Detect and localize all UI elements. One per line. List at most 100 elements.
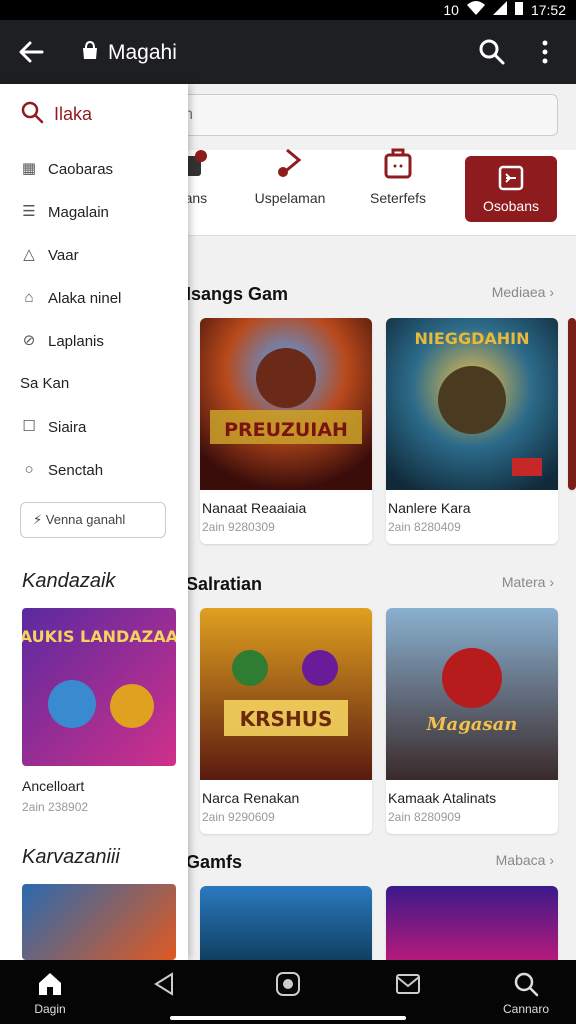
game-art: GAUKIS LANDAZAAN bbox=[22, 608, 176, 766]
nav-label: Cannaro bbox=[502, 1002, 550, 1016]
game-name: Narca Renakan bbox=[202, 790, 300, 806]
drawer-item[interactable]: ○ Senctah bbox=[20, 461, 103, 479]
section-more-link[interactable]: Matera › bbox=[502, 574, 554, 590]
category-label: Seterfefs bbox=[369, 190, 427, 206]
drawer-item[interactable]: Sa Kan bbox=[20, 375, 69, 392]
game-card[interactable] bbox=[386, 886, 558, 960]
signal-icon bbox=[492, 1, 507, 18]
app-title: Magahi bbox=[108, 41, 177, 64]
game-art: PREUZUIAH bbox=[200, 318, 372, 490]
status-time: 17:52 bbox=[530, 1, 566, 18]
drawer-button-label: Venna ganahl bbox=[45, 512, 126, 527]
game-card[interactable]: PREUZUIAH Nanaat Reaaiaia 2ain 9280309 bbox=[200, 318, 372, 544]
section-more-link[interactable]: Mediaea › bbox=[492, 284, 554, 300]
nav-label: Dagin bbox=[34, 1002, 66, 1016]
game-card[interactable]: KRSHUS Narca Renakan 2ain 9290609 bbox=[200, 608, 372, 834]
game-art-text: PREUZUIAH bbox=[224, 419, 348, 441]
nav-home-button[interactable] bbox=[258, 970, 318, 1002]
bolt-icon: ⚡ bbox=[33, 512, 43, 527]
back-arrow-icon[interactable] bbox=[16, 36, 48, 68]
category-label: Osobans bbox=[482, 198, 540, 214]
game-name: Ancelloart bbox=[22, 778, 85, 794]
game-card[interactable] bbox=[200, 886, 372, 960]
link-icon: ⊘ bbox=[22, 332, 36, 349]
search-icon: ○ bbox=[24, 461, 34, 478]
drawer-item[interactable]: ☰ Magalain bbox=[20, 203, 109, 221]
section-more-label: Mabaca bbox=[495, 852, 546, 868]
game-art bbox=[22, 884, 176, 960]
game-art-text: GAUKIS LANDAZAAN bbox=[22, 627, 176, 646]
drawer-action-button[interactable]: ⚡ Venna ganahl bbox=[20, 502, 166, 538]
drawer-game-card[interactable] bbox=[22, 884, 176, 960]
drawer-item[interactable]: ⊘ Laplanis bbox=[20, 332, 104, 350]
navigation-drawer: Ilaka ▦ Caobaras ☰ Magalain △ Vaar ⌂ Ala… bbox=[0, 84, 188, 960]
game-meta: 2ain 9280309 bbox=[202, 520, 275, 534]
game-name: Nanaat Reaaiaia bbox=[202, 500, 307, 516]
game-art bbox=[386, 886, 558, 960]
triangle-icon: △ bbox=[23, 246, 35, 263]
drawer-item-label: Laplanis bbox=[48, 332, 104, 350]
game-art: Magasan bbox=[386, 608, 558, 780]
drawer-section-title: Kandazaik bbox=[22, 570, 116, 592]
game-art-text: KRSHUS bbox=[240, 707, 333, 731]
mail-icon bbox=[394, 970, 422, 998]
drawer-item-label: Siaira bbox=[48, 418, 87, 436]
game-card-partial[interactable] bbox=[568, 318, 576, 490]
drawer-search[interactable]: Ilaka bbox=[20, 100, 92, 129]
app-bar: Magahi bbox=[0, 20, 576, 84]
game-meta: 2ain 238902 bbox=[22, 800, 89, 814]
drawer-item-label: Alaka ninel bbox=[48, 289, 122, 307]
bell-icon: ⌂ bbox=[24, 289, 34, 306]
game-name: Kamaak Atalinats bbox=[388, 790, 497, 806]
game-meta: 2ain 8280909 bbox=[388, 810, 461, 824]
game-name: Nanlere Kara bbox=[388, 500, 471, 516]
drawer-item-label: Magalain bbox=[48, 203, 109, 221]
game-meta: 2ain 9290609 bbox=[202, 810, 275, 824]
grid-icon: ▦ bbox=[21, 160, 37, 177]
section-more-link[interactable]: Mabaca › bbox=[496, 852, 554, 868]
drawer-search-label: Ilaka bbox=[54, 104, 93, 124]
drawer-item-label: Caobaras bbox=[48, 160, 114, 178]
drawer-game-card[interactable]: GAUKIS LANDAZAAN Ancelloart 2ain 238902 bbox=[22, 608, 176, 814]
home-icon bbox=[36, 970, 64, 998]
category-item-2[interactable]: Uspelaman bbox=[240, 146, 340, 206]
drawer-item[interactable]: ☐ Siaira bbox=[20, 418, 86, 436]
nav-mail[interactable] bbox=[378, 970, 438, 1002]
game-art: NIEGGDAHIN bbox=[386, 318, 558, 490]
category-item-4-active[interactable]: Osobans bbox=[465, 156, 557, 222]
home-button-icon bbox=[274, 970, 302, 998]
bottom-navigation: Dagin Cannaro bbox=[0, 960, 576, 1024]
category-item-3[interactable]: Seterfefs bbox=[348, 146, 448, 206]
nav-search[interactable]: Cannaro bbox=[496, 970, 556, 1016]
section-title: Isangs Gam bbox=[186, 284, 289, 304]
search-icon[interactable] bbox=[478, 38, 506, 66]
more-vert-icon[interactable] bbox=[536, 38, 554, 66]
briefcase-icon bbox=[381, 146, 415, 180]
drawer-item-label: Vaar bbox=[48, 246, 79, 264]
bag-icon bbox=[80, 40, 100, 66]
chat-box-icon bbox=[497, 164, 525, 192]
drawer-item[interactable]: △ Vaar bbox=[20, 246, 79, 264]
section-title: Salratian bbox=[186, 574, 263, 594]
back-icon bbox=[150, 970, 178, 998]
game-card[interactable]: Magasan Kamaak Atalinats 2ain 8280909 bbox=[386, 608, 558, 834]
battery-icon bbox=[514, 1, 523, 18]
status-extra: 10 bbox=[443, 1, 459, 18]
drawer-item[interactable]: ⌂ Alaka ninel bbox=[20, 289, 121, 307]
game-card[interactable]: NIEGGDAHIN Nanlere Kara 2ain 8280409 bbox=[386, 318, 558, 544]
nav-back[interactable] bbox=[134, 970, 194, 1002]
list-icon: ☰ bbox=[22, 203, 36, 220]
search-icon bbox=[512, 970, 540, 998]
square-icon: ☐ bbox=[22, 418, 36, 435]
status-bar: 10 17:52 bbox=[0, 0, 576, 20]
drawer-item[interactable]: ▦ Caobaras bbox=[20, 160, 113, 178]
search-icon bbox=[20, 100, 44, 129]
app-title-group: Magahi bbox=[80, 40, 177, 66]
drawer-item-label: Senctah bbox=[48, 461, 104, 479]
wifi-icon bbox=[466, 1, 485, 18]
nav-home[interactable]: Dagin bbox=[20, 970, 80, 1016]
home-indicator bbox=[170, 1016, 406, 1020]
section-title: Gamfs bbox=[186, 852, 243, 872]
game-meta: 2ain 8280409 bbox=[388, 520, 461, 534]
section-more-label: Mediaea bbox=[491, 284, 546, 300]
